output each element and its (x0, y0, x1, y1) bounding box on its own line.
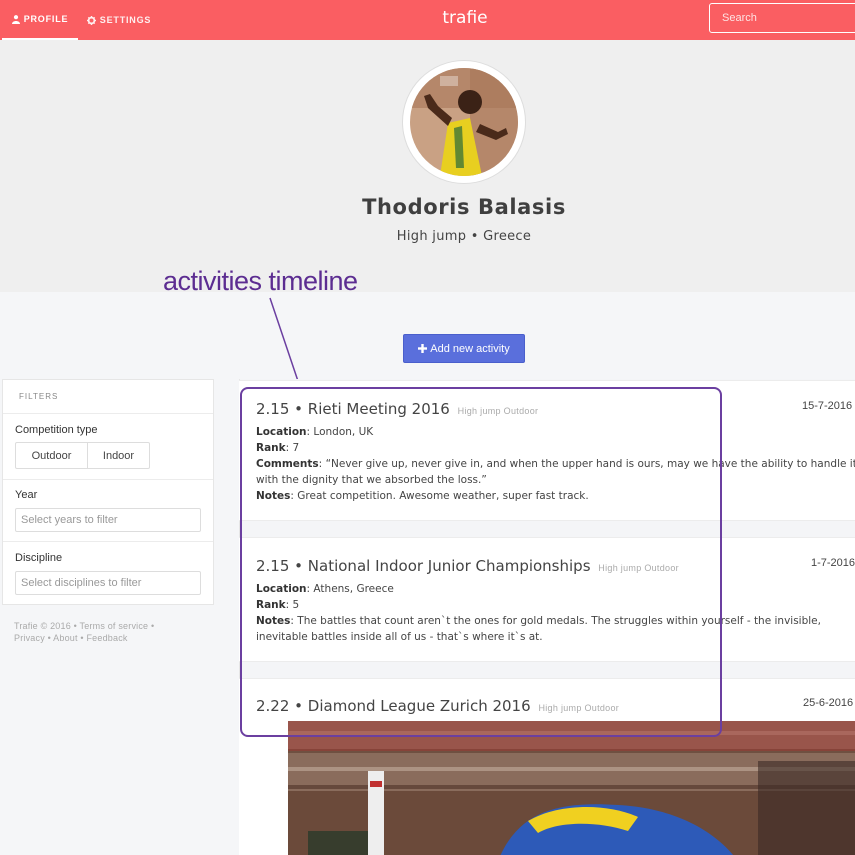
filters-panel: FILTERS Competition type Outdoor Indoor … (2, 379, 214, 605)
indoor-toggle-button[interactable]: Indoor (88, 442, 150, 469)
activity-title: 2.22 • Diamond League Zurich 2016 High j… (256, 697, 620, 715)
terms-link[interactable]: Terms of service (80, 621, 149, 631)
top-navbar: PROFILE SETTINGS trafie (0, 0, 855, 40)
copyright-text: Trafie © 2016 (14, 621, 71, 631)
activity-competition: Diamond League Zurich 2016 (307, 697, 531, 715)
activity-location: Location: Athens, Greece (256, 583, 394, 595)
activity-tags: High jump Outdoor (457, 406, 539, 416)
year-filter: Year (3, 480, 213, 542)
filters-title: FILTERS (3, 380, 213, 414)
activity-performance: 2.15 (256, 400, 290, 418)
profile-name: Thodoris Balasis (362, 195, 566, 219)
activity-tags: High jump Outdoor (598, 563, 679, 573)
brand-logo[interactable]: trafie (380, 0, 550, 37)
user-icon (11, 14, 20, 24)
profile-subtitle: High jump • Greece (396, 229, 532, 244)
discipline-label: Discipline (15, 552, 63, 564)
activity-competition: National Indoor Junior Championships (307, 557, 591, 575)
annotation-label: activities timeline (163, 266, 358, 296)
footer-links: Trafie © 2016 • Terms of service • Priva… (14, 621, 155, 643)
activity-comments: Comments: “Never give up, never give in,… (256, 458, 855, 486)
plus-icon (418, 344, 428, 353)
year-filter-input[interactable] (15, 508, 201, 532)
about-link[interactable]: About (53, 633, 78, 643)
high-jump-photo (288, 721, 855, 855)
discipline-filter: Discipline (3, 542, 213, 604)
competition-type-label: Competition type (15, 424, 98, 436)
tab-profile-label: PROFILE (23, 14, 69, 24)
activity-card[interactable]: 2.15 • Rieti Meeting 2016 High jump Outd… (239, 380, 855, 521)
activity-title: 2.15 • Rieti Meeting 2016 High jump Outd… (256, 400, 539, 418)
activity-photo[interactable] (288, 721, 855, 855)
discipline-filter-input[interactable] (15, 571, 201, 595)
activity-date: 25-6-2016 (803, 697, 854, 709)
activity-tags: High jump Outdoor (538, 703, 620, 713)
activity-notes: Notes: The battles that count aren`t the… (256, 615, 821, 643)
tab-settings[interactable]: SETTINGS (86, 0, 152, 40)
tab-profile[interactable]: PROFILE (2, 0, 78, 40)
activity-date: 1-7-2016 (811, 557, 855, 569)
activity-title: 2.15 • National Indoor Junior Championsh… (256, 557, 679, 575)
competition-type-filter: Competition type Outdoor Indoor (3, 414, 213, 480)
activity-performance: 2.22 (256, 697, 290, 715)
add-activity-button[interactable]: Add new activity (403, 334, 525, 363)
activity-location: Location: London, UK (256, 426, 374, 438)
activity-rank: Rank: 5 (256, 599, 300, 611)
gear-icon (86, 15, 96, 25)
activity-card[interactable]: 2.15 • National Indoor Junior Championsh… (239, 537, 855, 662)
activity-rank: Rank: 7 (256, 442, 300, 454)
feedback-link[interactable]: Feedback (86, 633, 127, 643)
athlete-photo (410, 68, 518, 176)
search-input[interactable] (709, 3, 855, 33)
activity-performance: 2.15 (256, 557, 290, 575)
activity-notes: Notes: Great competition. Awesome weathe… (256, 490, 589, 502)
avatar[interactable] (403, 61, 525, 183)
add-activity-label: Add new activity (430, 342, 510, 355)
outdoor-toggle-button[interactable]: Outdoor (15, 442, 88, 469)
activity-date: 15-7-2016 (802, 400, 853, 412)
competition-type-toggle: Outdoor Indoor (15, 442, 201, 469)
year-label: Year (15, 489, 38, 501)
tab-settings-label: SETTINGS (99, 15, 152, 25)
activity-competition: Rieti Meeting 2016 (307, 400, 450, 418)
privacy-link[interactable]: Privacy (14, 633, 45, 643)
